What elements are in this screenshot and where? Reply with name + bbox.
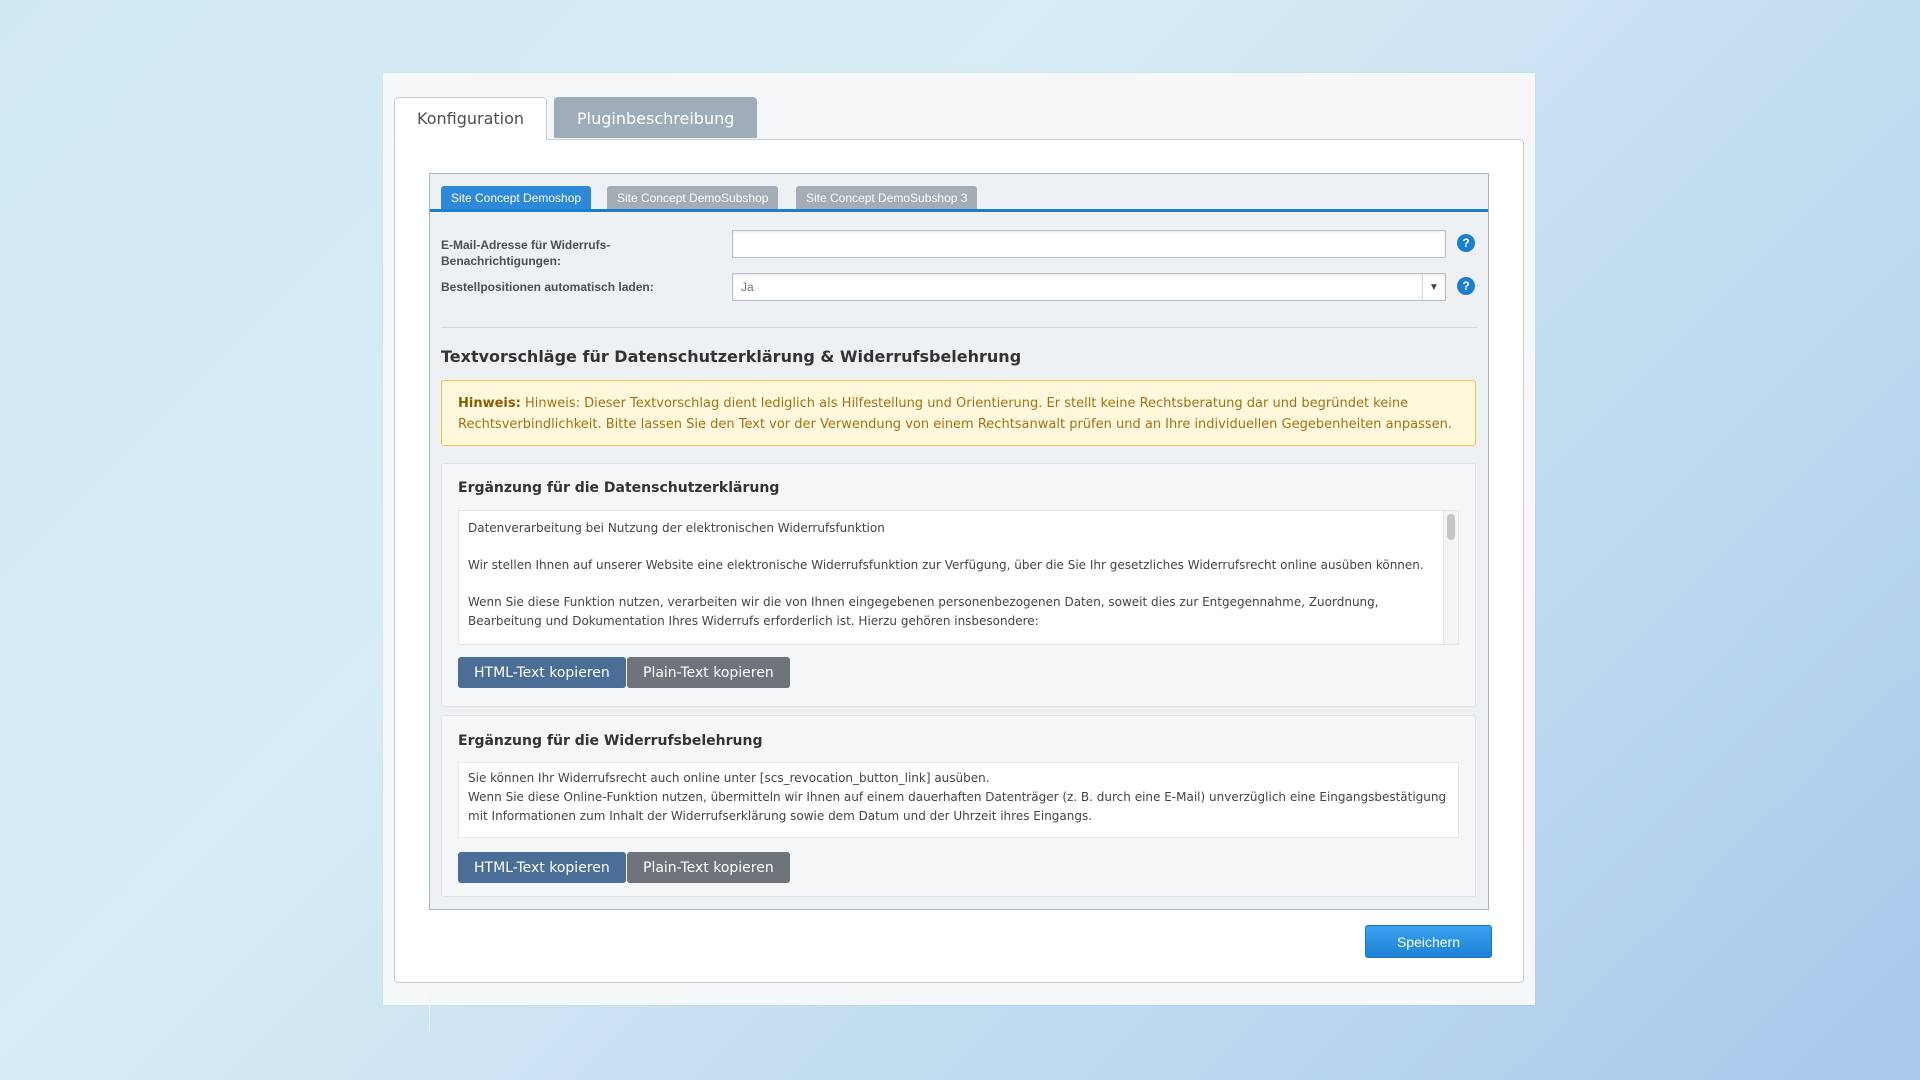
privacy-card-title: Ergänzung für die Datenschutzerklärung <box>458 480 780 496</box>
email-field-label: E-Mail-Adresse für Widerrufs- Benachrich… <box>441 237 610 269</box>
autoload-select-value: Ja <box>741 280 754 294</box>
revocation-plain-copy-button[interactable]: Plain-Text kopieren <box>627 852 790 883</box>
privacy-paragraph: Wenn Sie diese Funktion nutzen, verarbei… <box>468 595 1379 628</box>
privacy-card: Ergänzung für die Datenschutzerklärung D… <box>441 463 1476 707</box>
revocation-text-area[interactable]: Sie können Ihr Widerrufsrecht auch onlin… <box>458 762 1459 838</box>
shop-tab-bar: Site Concept Demoshop Site Concept DemoS… <box>430 174 1488 212</box>
privacy-paragraph: Datenverarbeitung bei Nutzung der elektr… <box>468 521 885 535</box>
privacy-text-area[interactable]: Datenverarbeitung bei Nutzung der elektr… <box>458 510 1459 645</box>
tab-site-concept-demosubshop-3[interactable]: Site Concept DemoSubshop 3 <box>796 186 978 209</box>
privacy-scrollbar[interactable] <box>1443 511 1458 644</box>
section-divider <box>441 327 1477 328</box>
tab-pluginbeschreibung[interactable]: Pluginbeschreibung <box>554 97 758 138</box>
hint-text: Hinweis: Dieser Textvorschlag dient ledi… <box>458 396 1453 432</box>
tab-site-concept-demoshop[interactable]: Site Concept Demoshop <box>441 186 592 209</box>
revocation-line2: Wenn Sie diese Online-Funktion nutzen, ü… <box>468 790 1447 823</box>
shop-config-box: Site Concept Demoshop Site Concept DemoS… <box>429 173 1489 910</box>
hint-prefix: Hinweis: <box>458 396 521 411</box>
section-title: Textvorschläge für Datenschutzerklärung … <box>441 347 1022 366</box>
main-tab-bar: Konfiguration Pluginbeschreibung <box>394 97 764 140</box>
autoload-label: Bestellpositionen automatisch laden: <box>441 280 654 294</box>
email-input[interactable] <box>732 230 1446 258</box>
autoload-select[interactable]: Ja ▼ <box>732 273 1446 301</box>
email-label-line2: Benachrichtigungen: <box>441 254 562 268</box>
revocation-line1: Sie können Ihr Widerrufsrecht auch onlin… <box>468 771 990 785</box>
question-circle-icon[interactable]: ? <box>1457 234 1475 252</box>
privacy-paragraph: Wir stellen Ihnen auf unserer Website ei… <box>468 558 1424 572</box>
revocation-html-copy-button[interactable]: HTML-Text kopieren <box>458 852 626 883</box>
tab-site-concept-demosubshop[interactable]: Site Concept DemoSubshop <box>607 186 779 209</box>
scrollbar-thumb[interactable] <box>1447 514 1455 540</box>
revocation-card: Ergänzung für die Widerrufsbelehrung Sie… <box>441 715 1476 897</box>
hint-box: Hinweis: Hinweis: Dieser Textvorschlag d… <box>441 380 1476 446</box>
revocation-card-title: Ergänzung für die Widerrufsbelehrung <box>458 733 763 749</box>
privacy-html-copy-button[interactable]: HTML-Text kopieren <box>458 657 626 688</box>
plugin-config-window: Konfiguration Pluginbeschreibung Site Co… <box>383 73 1535 1032</box>
main-tab-panel: Site Concept Demoshop Site Concept DemoS… <box>394 139 1524 1032</box>
privacy-plain-copy-button[interactable]: Plain-Text kopieren <box>627 657 790 688</box>
question-circle-icon[interactable]: ? <box>1457 277 1475 295</box>
footer-divider <box>429 992 430 1032</box>
chevron-down-icon[interactable]: ▼ <box>1422 274 1445 300</box>
tab-konfiguration[interactable]: Konfiguration <box>394 97 548 140</box>
save-button[interactable]: Speichern <box>1365 925 1492 958</box>
email-label-line1: E-Mail-Adresse für Widerrufs- <box>441 238 611 252</box>
